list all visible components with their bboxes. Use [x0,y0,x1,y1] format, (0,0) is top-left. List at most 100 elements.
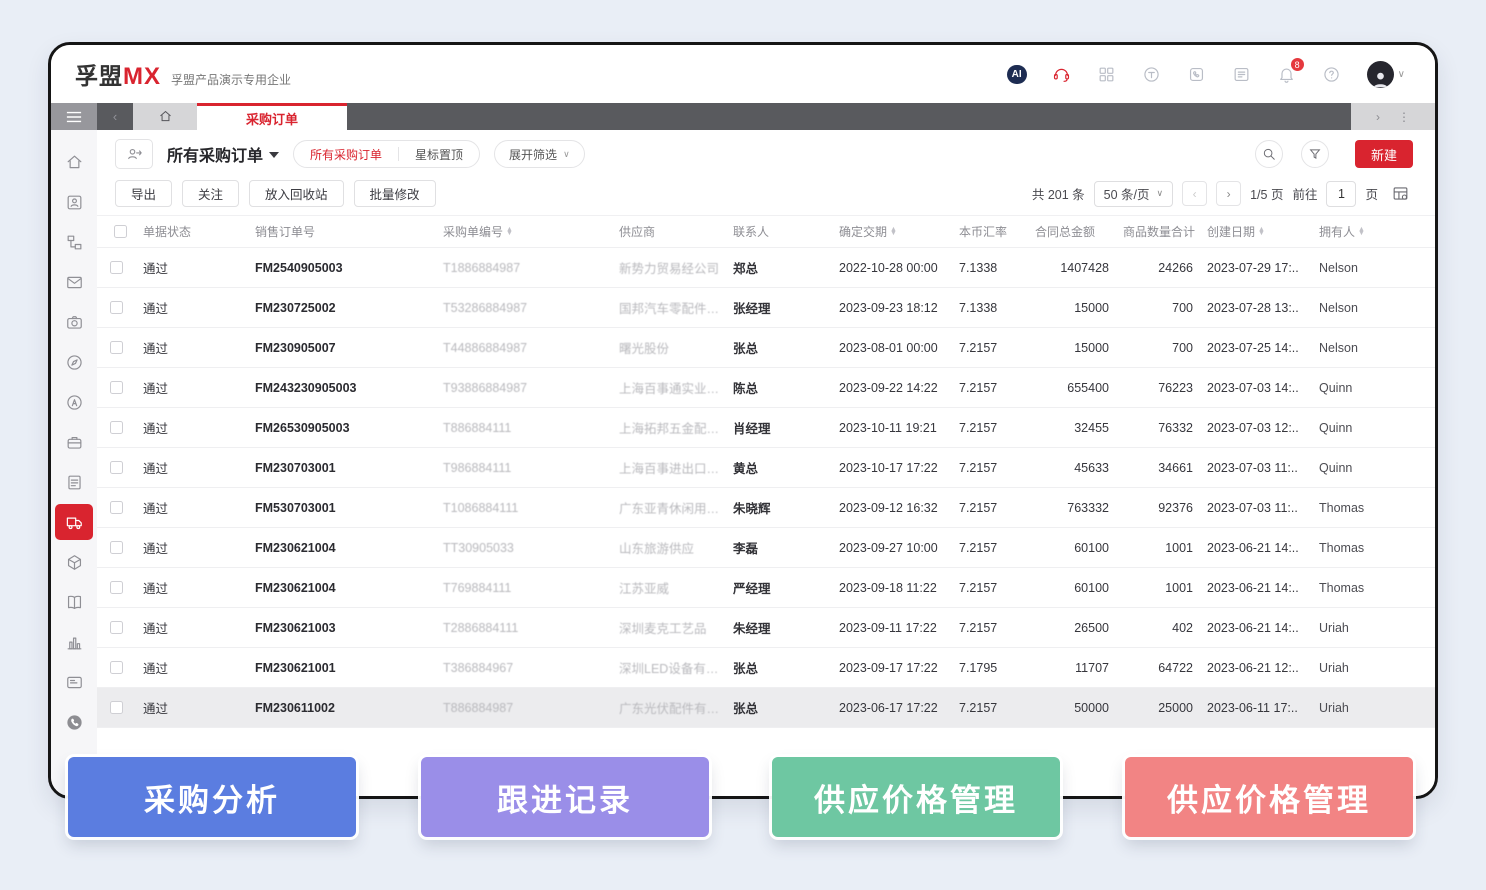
table-row[interactable]: 通过FM230905007T44886884987曙光股份张总2023-08-0… [97,328,1435,368]
cell-quantity-total: 700 [1123,301,1207,315]
column-header-0[interactable]: 单据状态 [143,223,255,240]
new-button[interactable]: 新建 [1355,140,1413,168]
service-icon[interactable] [1142,64,1162,84]
table-row[interactable]: 通过FM230703001T986884111上海百事进出口有...黄总2023… [97,448,1435,488]
column-header-3[interactable]: 供应商 [619,223,733,240]
expand-filter-button[interactable]: 展开筛选 ∨ [494,140,585,168]
cell-contract-amount: 15000 [1035,301,1123,315]
table-row[interactable]: 通过FM230621004TT30905033山东旅游供应李磊2023-09-2… [97,528,1435,568]
sidebar-card-icon[interactable] [55,662,93,702]
owner-filter-icon[interactable] [115,139,153,169]
apps-grid-icon[interactable] [1097,64,1117,84]
toolbar-button-0[interactable]: 导出 [115,180,172,207]
column-header-10[interactable]: 拥有人▲▼ [1319,223,1435,240]
sidebar-chart-icon[interactable] [55,622,93,662]
row-checkbox[interactable] [110,541,123,554]
tab-forward-icon[interactable]: › [1376,110,1380,124]
orders-table: 单据状态销售订单号采购单编号▲▼供应商联系人确定交期▲▼本币汇率合同总金额商品数… [97,215,1435,796]
column-header-7[interactable]: 合同总金额 [1035,223,1123,240]
table-row[interactable]: 通过FM230621003T2886884111深圳麦克工艺品朱经理2023-0… [97,608,1435,648]
row-checkbox[interactable] [110,421,123,434]
phone-icon[interactable] [1187,64,1207,84]
table-row[interactable]: 通过FM2540905003T1886884987新势力贸易经公司郑总2022-… [97,248,1435,288]
sidebar-briefcase-icon[interactable] [55,422,93,462]
headset-icon[interactable] [1052,64,1072,84]
toolbar-button-1[interactable]: 关注 [182,180,239,207]
question-icon[interactable] [1322,64,1342,84]
cell-supplier: 国邦汽车零配件有... [619,298,733,317]
cell-supplier: 深圳麦克工艺品 [619,618,733,637]
bottom-button-1[interactable]: 跟进记录 [421,757,709,837]
next-page-button[interactable]: › [1216,181,1241,206]
ai-icon[interactable]: AI [1007,64,1027,84]
row-checkbox[interactable] [110,301,123,314]
row-checkbox[interactable] [110,461,123,474]
sort-icon[interactable]: ▲▼ [1258,228,1265,236]
row-checkbox[interactable] [110,261,123,274]
column-header-1[interactable]: 销售订单号 [255,223,443,240]
sidebar-mail-icon[interactable] [55,262,93,302]
sort-icon[interactable]: ▲▼ [890,228,897,236]
table-row[interactable]: 通过FM230621001T386884967深圳LED设备有限...张总202… [97,648,1435,688]
table-row[interactable]: 通过FM26530905003T886884111上海拓邦五金配件...肖经理2… [97,408,1435,448]
row-checkbox[interactable] [110,341,123,354]
cell-sales-order-no: FM230621001 [255,661,443,675]
bell-icon[interactable]: 8 [1277,64,1297,84]
bottom-button-2[interactable]: 供应价格管理 [772,757,1060,837]
select-all-checkbox[interactable] [114,225,127,238]
filter-funnel-icon[interactable] [1301,140,1329,168]
column-header-5[interactable]: 确定交期▲▼ [839,223,959,240]
table-row[interactable]: 通过FM530703001T1086884111广东亚青休闲用品...朱晓辉20… [97,488,1435,528]
sidebar-truck-icon[interactable] [55,504,93,540]
tasks-icon[interactable] [1232,64,1252,84]
table-row[interactable]: 通过FM243230905003T93886884987上海百事通实业有...陈… [97,368,1435,408]
column-header-6[interactable]: 本币汇率 [959,223,1035,240]
toolbar-button-2[interactable]: 放入回收站 [249,180,344,207]
sidebar-circle-a-icon[interactable] [55,382,93,422]
user-avatar[interactable]: ∨ [1367,61,1405,88]
tab-home[interactable] [133,103,197,130]
sidebar-home-icon[interactable] [55,142,93,182]
pill-starred-top[interactable]: 星标置顶 [399,141,479,167]
table-settings-icon[interactable] [1387,181,1413,207]
column-header-9[interactable]: 创建日期▲▼ [1207,223,1319,240]
sidebar-camera-icon[interactable] [55,302,93,342]
cell-purchase-no: T386884967 [443,661,619,675]
sort-icon[interactable]: ▲▼ [1358,228,1365,236]
row-checkbox-cell [97,701,143,714]
row-checkbox[interactable] [110,501,123,514]
toolbar-button-3[interactable]: 批量修改 [354,180,436,207]
view-selector[interactable]: 所有采购订单 [167,142,279,166]
page-size-select[interactable]: 50 条/页 ∨ [1094,181,1173,207]
table-row[interactable]: 通过FM230611002T886884987广东光伏配件有限...张总2023… [97,688,1435,728]
bottom-button-0[interactable]: 采购分析 [68,757,356,837]
column-header-2[interactable]: 采购单编号▲▼ [443,223,619,240]
sidebar-compass-icon[interactable] [55,342,93,382]
row-checkbox[interactable] [110,581,123,594]
sidebar-org-icon[interactable] [55,222,93,262]
sidebar-contacts-icon[interactable] [55,182,93,222]
cell-purchase-no: T1086884111 [443,501,619,515]
table-row[interactable]: 通过FM230621004T769884111江苏亚威严经理2023-09-18… [97,568,1435,608]
column-header-8[interactable]: 商品数量合计 [1123,223,1207,240]
tab-more-icon[interactable]: ⋮ [1398,110,1410,124]
row-checkbox[interactable] [110,701,123,714]
row-checkbox[interactable] [110,381,123,394]
sidebar-package-icon[interactable] [55,542,93,582]
row-checkbox[interactable] [110,621,123,634]
sort-icon[interactable]: ▲▼ [506,228,513,236]
tab-purchase-orders[interactable]: 采购订单 [197,103,347,130]
pill-all-orders[interactable]: 所有采购订单 [294,141,398,167]
search-icon[interactable] [1255,140,1283,168]
goto-page-input[interactable] [1326,181,1356,207]
sidebar-book-icon[interactable] [55,582,93,622]
bottom-button-3[interactable]: 供应价格管理 [1125,757,1413,837]
tab-back-icon[interactable]: ‹ [97,103,133,130]
sidebar-whatsapp-icon[interactable] [55,702,93,742]
menu-icon[interactable] [51,103,97,130]
sidebar-document-icon[interactable] [55,462,93,502]
column-header-4[interactable]: 联系人 [733,223,839,240]
table-row[interactable]: 通过FM230725002T53286884987国邦汽车零配件有...张经理2… [97,288,1435,328]
prev-page-button[interactable]: ‹ [1182,181,1207,206]
row-checkbox[interactable] [110,661,123,674]
